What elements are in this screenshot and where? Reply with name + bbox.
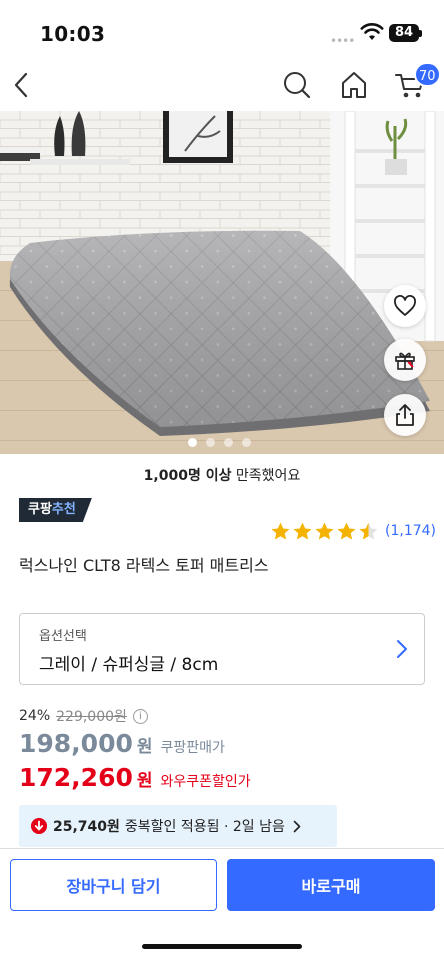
battery-tip <box>419 30 422 37</box>
sale-price-unit: 원 <box>136 737 153 757</box>
rating-stars <box>270 521 379 541</box>
coupon-price-row: 172,260 원 와우쿠폰할인가 <box>19 763 251 792</box>
wifi-icon <box>360 23 384 40</box>
discount-row: 24% 229,000원 i <box>19 706 148 726</box>
gallery-dot[interactable] <box>188 438 197 447</box>
add-to-cart-button[interactable]: 장바구니 담기 <box>10 859 217 911</box>
coupon-banner[interactable]: 25,740원 중복할인 적용됨 · 2일 남음 <box>19 805 337 847</box>
share-button[interactable] <box>384 394 426 436</box>
discount-rate: 24% <box>19 708 51 724</box>
chevron-right-icon <box>397 640 407 658</box>
coupon-price-unit: 원 <box>136 771 153 791</box>
mattress-photo <box>0 111 444 454</box>
gift-button[interactable] <box>384 339 426 381</box>
option-selector[interactable]: 옵션선택 그레이 / 슈퍼싱글 / 8cm <box>19 613 425 685</box>
home-icon[interactable] <box>339 70 369 100</box>
back-arrow-icon[interactable] <box>10 68 34 102</box>
status-time: 10:03 <box>40 22 106 46</box>
search-icon[interactable] <box>283 70 311 100</box>
cart-count-badge: 70 <box>414 62 441 87</box>
review-count[interactable]: (1,174) <box>385 523 436 539</box>
signal-icon: •••• <box>330 34 355 48</box>
original-price: 229,000원 <box>56 709 127 725</box>
badge-left-text: 쿠팡 <box>28 502 52 517</box>
coupon-price-label: 와우쿠폰할인가 <box>160 774 251 790</box>
satisfaction-suffix: 만족했어요 <box>231 468 301 484</box>
heart-icon <box>394 295 416 316</box>
coupon-text: 중복할인 적용됨 · 2일 남음 <box>124 819 285 835</box>
coupon-amount: 25,740원 <box>53 819 120 835</box>
star-icon <box>315 522 334 540</box>
gallery-page-indicator <box>188 438 251 447</box>
coupon-price: 172,260 <box>19 763 133 792</box>
option-label: 옵션선택 <box>39 629 87 644</box>
sale-price-label: 쿠팡판매가 <box>160 740 225 756</box>
gallery-dot[interactable] <box>224 438 233 447</box>
star-icon <box>337 522 356 540</box>
product-title: 럭스나인 CLT8 라텍스 토퍼 매트리스 <box>19 556 269 575</box>
gallery-dot[interactable] <box>206 438 215 447</box>
satisfaction-count: 1,000명 이상 <box>143 468 232 484</box>
chevron-right-icon <box>293 820 301 832</box>
coupang-recommend-badge: 쿠팡추천 <box>19 498 92 522</box>
sale-price: 198,000 <box>19 729 133 758</box>
badge-right-text: 추천 <box>51 502 76 517</box>
status-bar: 10:03 •••• 84 <box>0 0 444 62</box>
buy-now-button[interactable]: 바로구매 <box>227 859 435 911</box>
satisfaction-text: 1,000명 이상 만족했어요 <box>0 465 444 485</box>
star-icon <box>271 522 290 540</box>
gift-icon <box>395 352 415 370</box>
star-icon <box>293 522 312 540</box>
star-icon <box>359 522 378 540</box>
product-rating[interactable]: (1,174) <box>270 521 436 541</box>
top-nav: 70 <box>0 62 444 110</box>
share-icon <box>396 404 414 426</box>
info-icon[interactable]: i <box>132 708 148 724</box>
divider <box>0 848 444 849</box>
home-indicator <box>142 944 302 949</box>
battery-indicator: 84 <box>389 24 419 42</box>
sale-price-row: 198,000 원 쿠팡판매가 <box>19 729 225 758</box>
option-value: 그레이 / 슈퍼싱글 / 8cm <box>39 655 219 675</box>
down-arrow-icon <box>31 818 47 834</box>
product-image[interactable] <box>0 111 444 454</box>
wishlist-button[interactable] <box>384 285 426 327</box>
gallery-dot[interactable] <box>242 438 251 447</box>
